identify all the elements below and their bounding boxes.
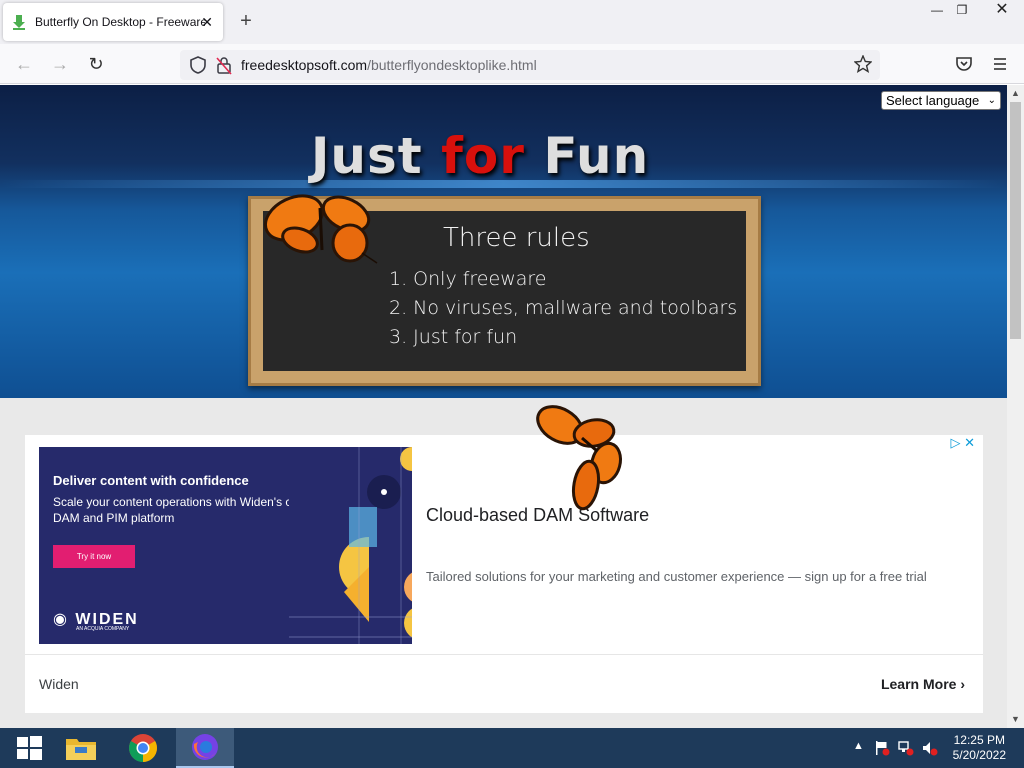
forward-icon[interactable]: → <box>48 52 72 76</box>
header-banner: Just for Fun Select language ⌄ Three rul… <box>0 85 1007 398</box>
download-arrow-icon <box>13 15 25 30</box>
ad-advertiser[interactable]: Widen <box>39 676 79 692</box>
firefox-button[interactable] <box>176 728 234 768</box>
ad-description[interactable]: Tailored solutions for your marketing an… <box>426 569 927 584</box>
network-icon[interactable] <box>898 740 914 756</box>
windows-logo-icon <box>17 736 42 760</box>
rules-heading: Three rules <box>443 223 590 253</box>
start-button[interactable] <box>0 728 58 768</box>
rule-item: 2. No viruses, mallware and toolbars <box>389 297 738 319</box>
chrome-icon <box>129 734 157 762</box>
rule-item: 1. Only freeware <box>389 268 547 290</box>
rule-item: 3. Just for fun <box>389 326 518 348</box>
bookmark-star-icon[interactable] <box>854 55 872 73</box>
scroll-down-icon[interactable]: ▼ <box>1007 711 1024 728</box>
action-center-flag-icon[interactable] <box>874 740 890 756</box>
butterfly-image <box>264 194 378 264</box>
taskbar: ▲ 12:25 PM 5/20/2022 <box>0 728 1024 768</box>
chevron-down-icon: ⌄ <box>987 95 996 106</box>
back-icon[interactable]: ← <box>12 52 36 76</box>
tab-title: Butterfly On Desktop - Freeware <box>35 15 205 29</box>
new-tab-button[interactable]: + <box>235 10 257 32</box>
restore-icon[interactable]: ❐ <box>945 0 979 22</box>
widen-logo-subtitle: AN ACQUIA COMPANY <box>76 626 130 632</box>
chevron-right-icon: › <box>960 676 965 692</box>
web-page: Just for Fun Select language ⌄ Three rul… <box>0 85 1007 728</box>
file-explorer-button[interactable] <box>52 728 110 768</box>
tray-expand-icon[interactable]: ▲ <box>853 740 864 752</box>
ad-image[interactable]: Deliver content with confidence Scale yo… <box>39 447 412 644</box>
close-window-icon[interactable]: ✕ <box>985 0 1019 22</box>
title-bar: Butterfly On Desktop - Freeware ✕ + — ❐ … <box>0 0 1024 44</box>
shield-icon[interactable] <box>187 54 209 76</box>
language-select[interactable]: Select language ⌄ <box>881 91 1001 110</box>
page-headline: Just for Fun <box>310 127 650 185</box>
butterfly-image <box>536 405 622 511</box>
vertical-scrollbar[interactable]: ▲ ▼ <box>1007 85 1024 728</box>
menu-icon[interactable] <box>990 54 1010 74</box>
close-tab-icon[interactable]: ✕ <box>201 14 213 31</box>
try-it-now-button[interactable]: Try it now <box>53 545 135 568</box>
divider <box>25 654 983 655</box>
scrollbar-thumb[interactable] <box>1010 102 1021 339</box>
chrome-button[interactable] <box>114 728 172 768</box>
system-clock[interactable]: 12:25 PM 5/20/2022 <box>953 733 1006 763</box>
volume-icon[interactable] <box>922 740 938 756</box>
ad-choices-icon[interactable]: ▷ ✕ <box>950 435 975 451</box>
browser-tab[interactable]: Butterfly On Desktop - Freeware ✕ <box>3 3 223 41</box>
navigation-bar: ← → ↻ freedesktopsoft.com/butterflyondes… <box>0 44 1024 84</box>
advertisement[interactable]: ▷ ✕ Deliver content with confidence Scal… <box>25 435 983 713</box>
learn-more-button[interactable]: Learn More › <box>881 676 965 692</box>
pocket-icon[interactable] <box>954 54 974 74</box>
ad-image-headline: Deliver content with confidence <box>53 473 249 488</box>
firefox-icon <box>192 734 218 760</box>
ad-decoration <box>289 447 412 644</box>
lock-warning-icon[interactable] <box>213 54 235 76</box>
address-bar[interactable]: freedesktopsoft.com/butterflyondesktopli… <box>180 50 880 80</box>
url-text: freedesktopsoft.com/butterflyondesktopli… <box>241 57 537 73</box>
scroll-up-icon[interactable]: ▲ <box>1007 85 1024 102</box>
folder-icon <box>66 739 96 760</box>
reload-icon[interactable]: ↻ <box>84 52 108 76</box>
